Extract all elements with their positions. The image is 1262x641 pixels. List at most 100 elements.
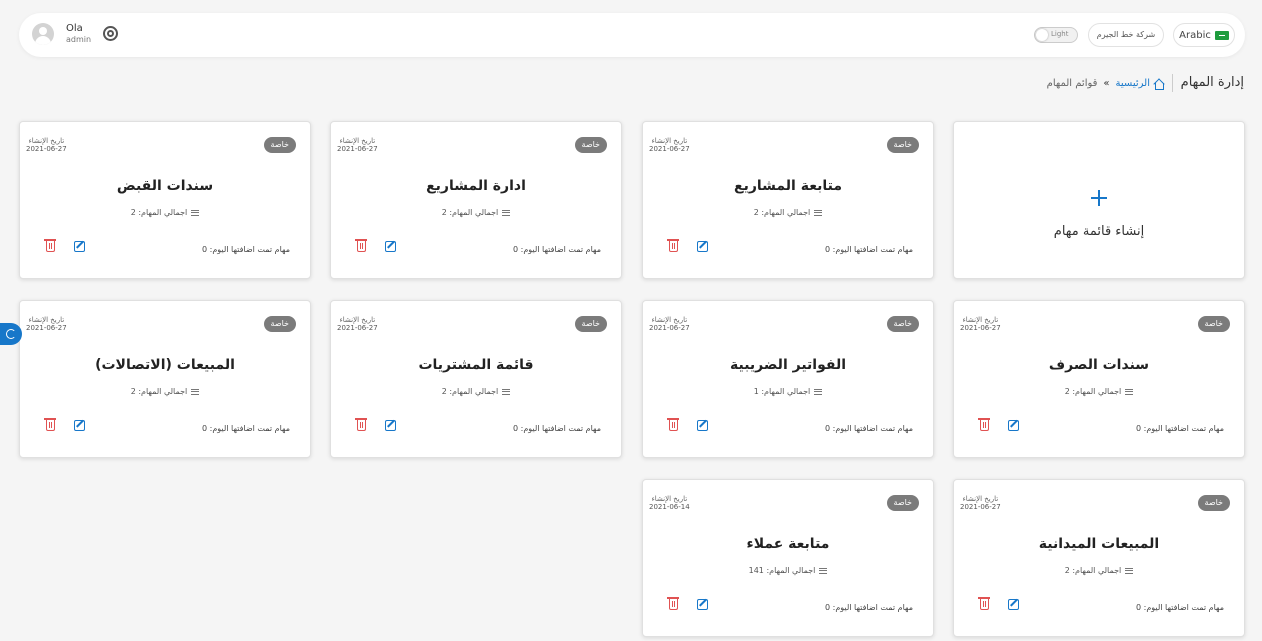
edit-icon[interactable] [697, 599, 708, 610]
task-list-card[interactable]: خاصة تاريخ الإنشاء 2021-06-27 المبيعات (… [19, 300, 311, 458]
creation-date: تاريخ الإنشاء 2021-06-27 [649, 316, 690, 332]
task-list-card[interactable]: خاصة تاريخ الإنشاء 2021-06-27 ادارة المش… [330, 121, 622, 279]
language-selector[interactable]: Arabic [1173, 23, 1235, 47]
today-label: مهام تمت اضافتها اليوم: [832, 603, 913, 612]
card-title[interactable]: متابعة عملاء [643, 536, 933, 552]
breadcrumb: الرئيسية » قوائم المهام [1046, 78, 1164, 90]
list-icon [1125, 567, 1134, 574]
card-title[interactable]: المبيعات الميدانية [954, 536, 1244, 552]
theme-toggle-label: Light [1051, 30, 1069, 38]
private-badge: خاصة [886, 316, 919, 332]
creation-date-value: 2021-06-27 [26, 323, 67, 332]
user-role: admin [66, 35, 92, 44]
create-task-list-card[interactable]: إنشاء قائمة مهام [953, 121, 1245, 279]
creation-date-value: 2021-06-27 [649, 144, 690, 153]
trash-icon[interactable] [44, 418, 56, 431]
total-tasks: اجمالي المهام: 2 [954, 387, 1244, 396]
toggle-knob [1036, 29, 1048, 41]
creation-date: تاريخ الإنشاء 2021-06-27 [649, 137, 690, 153]
card-title[interactable]: المبيعات (الاتصالات) [20, 357, 310, 373]
card-title[interactable]: سندات القبض [20, 178, 310, 194]
trash-icon[interactable] [355, 239, 367, 252]
task-list-card[interactable]: خاصة تاريخ الإنشاء 2021-06-27 قائمة المش… [330, 300, 622, 458]
edit-icon[interactable] [74, 420, 85, 431]
task-list-card[interactable]: خاصة تاريخ الإنشاء 2021-06-27 المبيعات ا… [953, 479, 1245, 637]
today-value: 0 [201, 245, 208, 254]
trash-icon[interactable] [667, 239, 679, 252]
refresh-icon[interactable] [0, 323, 22, 345]
card-title[interactable]: ادارة المشاريع [331, 178, 621, 194]
company-selector[interactable]: شركة خط الجيرم [1088, 23, 1164, 47]
card-title[interactable]: متابعة المشاريع [643, 178, 933, 194]
today-value: 0 [824, 245, 831, 254]
today-value: 0 [824, 424, 831, 433]
creation-date: تاريخ الإنشاء 2021-06-27 [337, 316, 378, 332]
task-list-card[interactable]: خاصة تاريخ الإنشاء 2021-06-27 سندات القب… [19, 121, 311, 279]
trash-icon[interactable] [667, 418, 679, 431]
edit-icon[interactable] [385, 241, 396, 252]
today-value: 0 [1135, 424, 1142, 433]
total-tasks: اجمالي المهام: 1 [643, 387, 933, 396]
list-icon [502, 209, 511, 216]
language-label: Arabic [1179, 29, 1211, 41]
total-value: 141 [748, 566, 764, 575]
breadcrumb-current: قوائم المهام [1046, 78, 1098, 89]
total-label: اجمالي المهام: [449, 387, 499, 396]
edit-icon[interactable] [74, 241, 85, 252]
total-tasks: اجمالي المهام: 2 [20, 387, 310, 396]
card-title[interactable]: الفواتير الضريبية [643, 357, 933, 373]
tasks-added-today: مهام تمت اضافتها اليوم: 0 [825, 245, 913, 254]
total-value: 2 [1064, 566, 1070, 575]
card-title[interactable]: قائمة المشتريات [331, 357, 621, 373]
private-badge: خاصة [263, 316, 296, 332]
tasks-added-today: مهام تمت اضافتها اليوم: 0 [825, 424, 913, 433]
total-tasks: اجمالي المهام: 141 [643, 566, 933, 575]
creation-date-value: 2021-06-14 [649, 502, 690, 511]
edit-icon[interactable] [1008, 599, 1019, 610]
task-list-card[interactable]: خاصة تاريخ الإنشاء 2021-06-27 متابعة الم… [642, 121, 934, 279]
trash-icon[interactable] [978, 597, 990, 610]
user-profile[interactable]: Ola admin [32, 23, 91, 45]
today-label: مهام تمت اضافتها اليوم: [832, 424, 913, 433]
today-label: مهام تمت اضافتها اليوم: [1143, 424, 1224, 433]
total-value: 2 [441, 387, 447, 396]
edit-icon[interactable] [697, 241, 708, 252]
list-icon [819, 567, 828, 574]
task-list-card[interactable]: خاصة تاريخ الإنشاء 2021-06-27 الفواتير ا… [642, 300, 934, 458]
task-list-card[interactable]: خاصة تاريخ الإنشاء 2021-06-14 متابعة عمل… [642, 479, 934, 637]
theme-toggle[interactable]: Light [1034, 27, 1078, 43]
trash-icon[interactable] [978, 418, 990, 431]
edit-icon[interactable] [697, 420, 708, 431]
total-tasks: اجمالي المهام: 2 [643, 208, 933, 217]
breadcrumb-home[interactable]: الرئيسية [1116, 78, 1164, 90]
trash-icon[interactable] [667, 597, 679, 610]
private-badge: خاصة [263, 137, 296, 153]
help-icon[interactable] [103, 26, 118, 41]
private-badge: خاصة [886, 495, 919, 511]
total-label: اجمالي المهام: [761, 208, 811, 217]
tasks-added-today: مهام تمت اضافتها اليوم: 0 [1136, 603, 1224, 612]
edit-icon[interactable] [385, 420, 396, 431]
list-icon [814, 209, 823, 216]
total-value: 2 [130, 208, 136, 217]
total-tasks: اجمالي المهام: 2 [20, 208, 310, 217]
creation-date-value: 2021-06-27 [337, 144, 378, 153]
create-task-list-label: إنشاء قائمة مهام [1053, 224, 1145, 239]
total-label: اجمالي المهام: [138, 208, 188, 217]
edit-icon[interactable] [1008, 420, 1019, 431]
today-value: 0 [512, 424, 519, 433]
total-value: 1 [753, 387, 759, 396]
trash-icon[interactable] [44, 239, 56, 252]
today-value: 0 [512, 245, 519, 254]
total-value: 2 [1064, 387, 1070, 396]
today-label: مهام تمت اضافتها اليوم: [520, 424, 601, 433]
avatar[interactable] [32, 23, 54, 45]
trash-icon[interactable] [355, 418, 367, 431]
total-value: 2 [441, 208, 447, 217]
total-label: اجمالي المهام: [1072, 387, 1122, 396]
divider [1172, 74, 1173, 92]
creation-date: تاريخ الإنشاء 2021-06-27 [337, 137, 378, 153]
task-list-card[interactable]: خاصة تاريخ الإنشاء 2021-06-27 سندات الصر… [953, 300, 1245, 458]
breadcrumb-separator: » [1103, 78, 1110, 89]
card-title[interactable]: سندات الصرف [954, 357, 1244, 373]
